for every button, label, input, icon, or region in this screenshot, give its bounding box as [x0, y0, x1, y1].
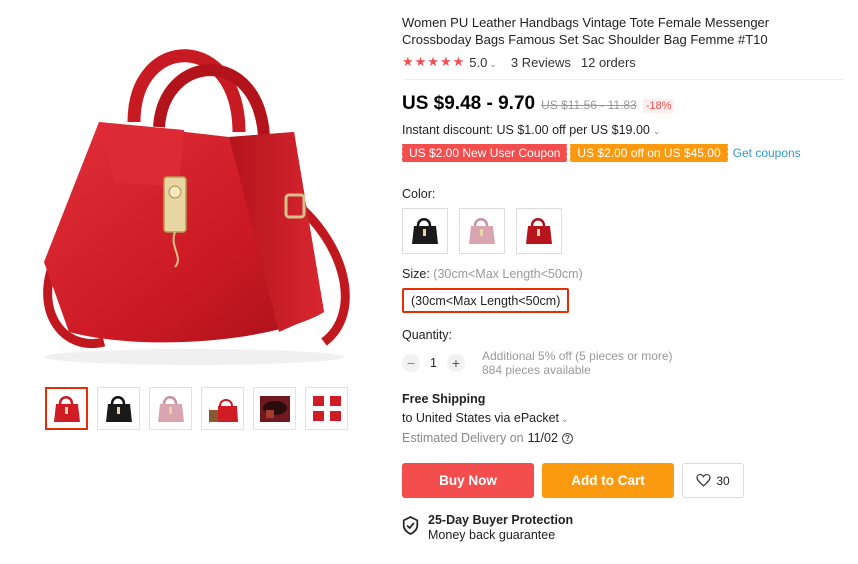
estimated-delivery: Estimated Delivery on 11/02 ? [402, 431, 842, 445]
store-coupon[interactable]: US $2.00 off on US $45.00 [569, 144, 728, 162]
color-swatch-pink[interactable] [459, 208, 505, 254]
instant-discount-text: Instant discount: US $1.00 off per US $1… [402, 123, 650, 137]
protection-title: 25-Day Buyer Protection [428, 513, 574, 527]
shipping-destination-text: to United States via ePacket [402, 411, 560, 425]
thumbnail-brown-bag[interactable] [201, 387, 244, 430]
buy-now-button[interactable]: Buy Now [402, 463, 534, 498]
current-price: US $9.48 - 9.70 [402, 93, 536, 114]
estimated-delivery-date: 11/02 [527, 431, 558, 445]
shipping-title: Free Shipping [402, 392, 486, 406]
product-title: Women PU Leather Handbags Vintage Tote F… [402, 15, 770, 47]
size-label-text: Size: [402, 267, 430, 281]
star-rating-icon: ★★★★★ [402, 54, 466, 69]
quantity-plus-button[interactable]: + [447, 354, 465, 372]
color-swatch-black[interactable] [402, 208, 448, 254]
new-user-coupon[interactable]: US $2.00 New User Coupon [400, 144, 568, 162]
wishlist-count: 30 [716, 473, 730, 488]
original-price: US $11.56 - 11.83 [541, 98, 637, 112]
help-icon[interactable]: ? [561, 432, 573, 444]
thumbnail-variants[interactable] [305, 387, 348, 430]
protection-subtitle: Money back guarantee [428, 528, 556, 542]
rating-value[interactable]: 5.0 ⌄ [469, 55, 497, 70]
bulk-discount-text: Additional 5% off (5 pieces or more) [482, 349, 673, 363]
shipping-destination[interactable]: to United States via ePacket ⌄ [402, 411, 842, 425]
quantity-info: Additional 5% off (5 pieces or more) 884… [482, 349, 673, 377]
chevron-down-icon: ⌄ [489, 58, 497, 69]
instant-discount[interactable]: Instant discount: US $1.00 off per US $1… [402, 123, 842, 139]
thumbnail-black-bag[interactable] [97, 387, 140, 430]
size-option-selected[interactable]: (30cm<Max Length<50cm) [402, 288, 570, 313]
thumbnail-strip [45, 387, 348, 430]
quantity-stepper: − 1 + Additional 5% off (5 pieces or mor… [402, 349, 842, 377]
product-info: Women PU Leather Handbags Vintage Tote F… [400, 14, 844, 543]
size-label: Size: (30cm<Max Length<50cm) [402, 267, 842, 281]
divider [402, 79, 844, 80]
action-buttons: Buy Now Add to Cart 30 [402, 463, 842, 498]
orders-count: 12 orders [580, 54, 636, 70]
chevron-down-icon: ⌄ [652, 126, 661, 136]
price-row: US $9.48 - 9.70 US $11.56 - 11.83 -18% [402, 93, 842, 115]
main-product-image[interactable] [24, 12, 369, 372]
rating-number: 5.0 [469, 54, 488, 70]
color-swatch-red[interactable] [516, 208, 562, 254]
discount-badge: -18% [642, 99, 675, 113]
get-coupons-link[interactable]: Get coupons [733, 146, 801, 160]
wishlist-button[interactable]: 30 [682, 463, 744, 498]
rating-row: ★★★★★ 5.0 ⌄ 3 Reviews 12 orders [402, 53, 842, 71]
thumbnail-interior[interactable] [253, 387, 296, 430]
thumbnail-pink-bag[interactable] [149, 387, 192, 430]
coupon-row: US $2.00 New User Coupon US $2.00 off on… [400, 144, 842, 162]
estimated-delivery-label: Estimated Delivery on [402, 431, 524, 445]
stock-available-text: 884 pieces available [482, 363, 591, 377]
color-label: Color: [402, 187, 436, 201]
size-hint: (30cm<Max Length<50cm) [433, 267, 583, 281]
quantity-label: Quantity: [402, 328, 453, 342]
color-swatches [402, 208, 842, 254]
buyer-protection: 25-Day Buyer Protection Money back guara… [402, 513, 842, 543]
thumbnail-red-bag[interactable] [45, 387, 88, 430]
add-to-cart-button[interactable]: Add to Cart [542, 463, 674, 498]
heart-icon [696, 474, 711, 487]
shield-check-icon [402, 516, 419, 535]
quantity-minus-button[interactable]: − [402, 354, 420, 372]
quantity-input[interactable]: 1 [420, 356, 447, 370]
chevron-down-icon: ⌄ [561, 414, 569, 424]
reviews-link[interactable]: 3 Reviews [511, 55, 571, 70]
